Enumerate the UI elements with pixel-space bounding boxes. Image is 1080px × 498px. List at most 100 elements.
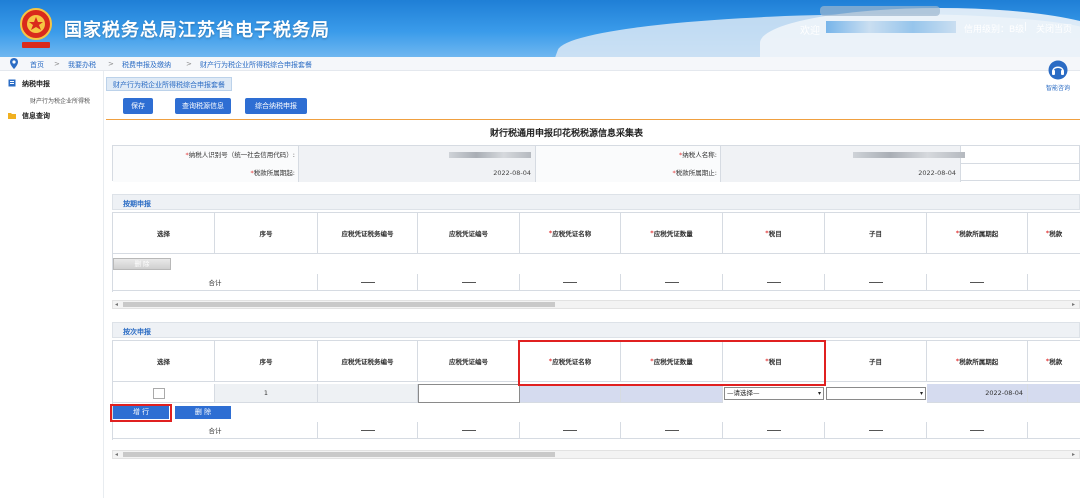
help-label: 智能咨询 — [1045, 85, 1070, 92]
column-header-tax: * 税款 — [1028, 340, 1080, 382]
breadcrumb-filing[interactable]: 税费申报及缴纳 — [122, 60, 171, 70]
chevron-down-icon: ▾ — [919, 390, 923, 397]
scroll-thumb[interactable] — [123, 302, 555, 307]
column-header-label: 应税凭证税务编号 — [341, 358, 394, 366]
sidebar-subitem[interactable]: 财产行为税企业所得税 — [30, 96, 90, 105]
total-cell — [1028, 422, 1080, 439]
breadcrumb-separator: > — [108, 60, 114, 68]
periodic-grid: 选择 序号 应税凭证税务编号 应税凭证编号 * 应税凭证名称 * 应税凭证数量 * 税目 子目 * 税款… — [112, 212, 1080, 292]
highlight-add-row — [110, 404, 172, 422]
total-cell — [723, 422, 825, 439]
column-header-voucher-no: 应税凭证编号 — [418, 340, 520, 382]
emblem-logo — [20, 8, 52, 48]
column-header-period-start: * 税款所属期起 — [927, 340, 1028, 382]
credit-grade: 信用级别：B级 — [964, 25, 1025, 35]
close-page-link[interactable]: 关闭当页 — [1036, 22, 1072, 35]
column-header-label: 选择 — [157, 358, 170, 366]
total-cell — [1028, 274, 1080, 291]
delete-row-button[interactable]: 删 除 — [113, 258, 171, 270]
taxpayer-name-label: *纳税人名称: — [536, 146, 721, 164]
column-header-voucher-tax-no: 应税凭证税务编号 — [318, 340, 418, 382]
column-header-label: 应税凭证编号 — [449, 230, 488, 238]
total-cell — [318, 422, 418, 439]
sidebar-item-label: 纳税申报 — [22, 80, 50, 88]
column-header-label: 序号 — [259, 358, 273, 366]
total-label: 合计 — [113, 422, 318, 439]
total-cell — [927, 274, 1028, 291]
sidebar: 纳税申报 财产行为税企业所得税 信息查询 — [0, 71, 104, 498]
select-value: —请选择— — [727, 389, 760, 397]
column-header-voucher-tax-no: 应税凭证税务编号 — [318, 212, 418, 254]
scroll-thumb[interactable] — [123, 452, 555, 457]
row-period-start-input[interactable]: 2022-08-04 — [927, 384, 1028, 403]
row-voucher-no-input[interactable] — [418, 384, 520, 403]
column-header-voucher-name: * 应税凭证名称 — [520, 212, 621, 254]
section-title: 按次申报 — [123, 328, 151, 336]
column-header-label: 子目 — [869, 230, 882, 238]
column-header-voucher-qty: * 应税凭证数量 — [621, 212, 723, 254]
taxpayer-id-label: *纳税人识别号（统一社会信用代码）: — [113, 146, 299, 164]
column-header-tax: * 税款 — [1028, 212, 1080, 254]
save-button[interactable]: 保存 — [123, 98, 153, 114]
combined-filing-button[interactable]: 综合纳税申报 — [245, 98, 307, 114]
period-start-label: *税款所属期起: — [113, 164, 299, 182]
chevron-down-icon: ▾ — [817, 390, 821, 397]
site-title: 国家税务总局江苏省电子税务局 — [64, 20, 330, 41]
column-header-select: 选择 — [113, 212, 215, 254]
total-cell — [418, 274, 520, 291]
column-header-label: 应税凭证数量 — [653, 230, 693, 238]
horizontal-scrollbar[interactable]: ◂ ▸ — [112, 450, 1080, 459]
headset-icon — [1048, 60, 1068, 80]
breadcrumb-separator: > — [186, 60, 192, 68]
total-cell — [723, 274, 825, 291]
tax-item-select[interactable]: —请选择— ▾ — [724, 387, 824, 400]
breadcrumb-tax[interactable]: 我要办税 — [68, 60, 96, 70]
column-header-select: 选择 — [113, 340, 215, 382]
scroll-left-arrow[interactable]: ◂ — [115, 451, 118, 458]
section-per-item-header: 按次申报 — [112, 322, 1080, 338]
total-cell — [520, 422, 621, 439]
smart-help[interactable]: 智能咨询 — [1040, 60, 1076, 92]
column-header-label: 税款所属期起 — [959, 230, 999, 238]
row-tax-input[interactable] — [1028, 384, 1080, 403]
row-voucher-tax-no-cell — [318, 384, 418, 403]
scroll-right-arrow[interactable]: ▸ — [1072, 451, 1075, 458]
highlight-required-columns — [518, 340, 826, 386]
great-wall-graphic — [820, 6, 940, 16]
section-title: 按期申报 — [123, 200, 151, 208]
row-voucher-qty-input[interactable] — [621, 384, 723, 403]
info-row: *税款所属期起: 2022-08-04 *税款所属期止: 2022-08-04 — [113, 164, 1079, 182]
column-header-label: 选择 — [157, 230, 170, 238]
row-checkbox[interactable] — [153, 388, 165, 399]
query-source-button[interactable]: 查询税源信息 — [175, 98, 231, 114]
period-end-value: 2022-08-04 — [721, 164, 961, 182]
site-header: 国家税务总局江苏省电子税务局 欢迎 信用级别：B级 | 关闭当页 — [0, 0, 1080, 57]
total-label: 合计 — [113, 274, 318, 291]
breadcrumb: 首页 > 我要办税 > 税费申报及缴纳 > 财产行为税企业所得税综合申报套餐 — [0, 57, 1080, 71]
total-cell — [418, 422, 520, 439]
breadcrumb-separator: > — [54, 60, 60, 68]
breadcrumb-home[interactable]: 首页 — [30, 60, 44, 70]
column-header-label: 序号 — [259, 230, 273, 238]
horizontal-scrollbar[interactable]: ◂ ▸ — [112, 300, 1080, 309]
scroll-right-arrow[interactable]: ▸ — [1072, 301, 1075, 308]
tab-combined-filing[interactable]: 财产行为税企业所得税综合申报套餐 — [106, 77, 232, 91]
column-header-tax-item: * 税目 — [723, 212, 825, 254]
welcome-text: 欢迎 — [800, 26, 820, 37]
column-header-label: 应税凭证编号 — [449, 358, 488, 366]
per-item-grid: 选择 序号 应税凭证税务编号 应税凭证编号 * 应税凭证名称 * 应税凭证数量 * 税目 子目 * 税款… — [110, 340, 1080, 440]
period-end-label: *税款所属期止: — [536, 164, 721, 182]
delete-row-button[interactable]: 删 除 — [175, 406, 231, 419]
column-header-voucher-no: 应税凭证编号 — [418, 212, 520, 254]
row-seq-cell: 1 — [215, 384, 318, 403]
total-cell — [825, 274, 927, 291]
row-voucher-name-input[interactable] — [520, 384, 621, 403]
column-header-label: 税款 — [1049, 230, 1063, 238]
period-start-value: 2022-08-04 — [299, 164, 536, 182]
column-header-label: 税目 — [768, 230, 782, 238]
location-pin-icon — [10, 58, 18, 69]
scroll-left-arrow[interactable]: ◂ — [115, 301, 118, 308]
column-header-label: 应税凭证税务编号 — [341, 230, 394, 238]
sub-item-select[interactable]: ▾ — [826, 387, 926, 400]
taxpayer-name-value — [721, 146, 965, 164]
